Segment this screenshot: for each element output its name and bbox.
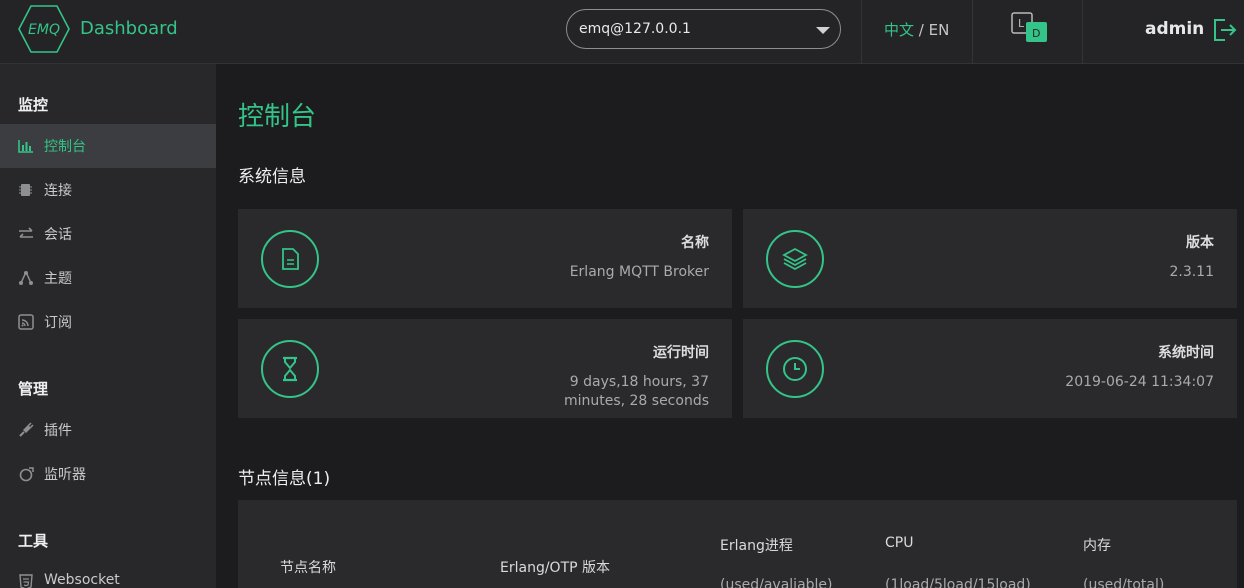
theme-toggle-icon[interactable]: L D [1010, 12, 1050, 44]
table-header-memory[interactable]: 内存 [1083, 535, 1111, 555]
chevron-down-icon [816, 27, 830, 34]
node-table: 节点名称 Erlang/OTP 版本 Erlang进程 (used/avalia… [238, 500, 1237, 588]
sidebar: 监控 控制台 连接 会话 主题 订阅 管理 插件 监听器 工具 Websocke… [0, 64, 216, 588]
lang-en-link[interactable]: EN [929, 21, 950, 39]
card-icon-circle [261, 230, 319, 288]
card-label: 名称 [681, 235, 709, 251]
clock-icon [783, 357, 807, 381]
sidebar-group-monitor: 监控 [18, 96, 49, 114]
language-switch: 中文 / EN [884, 19, 949, 40]
top-header: EMQ Dashboard emq@127.0.0.1 中文 / EN L D … [0, 0, 1244, 64]
node-info-title: 节点信息(1) [238, 469, 331, 489]
sidebar-item-websocket[interactable]: Websocket [0, 560, 216, 588]
brand-title[interactable]: Dashboard [80, 18, 178, 39]
sidebar-item-label: 连接 [44, 183, 72, 199]
card-label: 系统时间 [1158, 345, 1214, 361]
card-icon-circle [261, 340, 319, 398]
table-header-erlang-process[interactable]: Erlang进程 [720, 535, 793, 555]
topic-icon [19, 271, 33, 285]
card-icon-circle [766, 340, 824, 398]
chip-icon [19, 184, 32, 196]
card-icon-circle [766, 230, 824, 288]
sidebar-group-manage: 管理 [18, 380, 49, 398]
sidebar-item-plugins[interactable]: 插件 [0, 408, 216, 452]
sidebar-item-connections[interactable]: 连接 [0, 168, 216, 212]
sidebar-item-label: 会话 [44, 227, 72, 243]
plug-icon [19, 422, 34, 437]
sidebar-item-label: 插件 [44, 423, 72, 439]
info-card-uptime: 运行时间 9 days,18 hours, 37 minutes, 28 sec… [238, 319, 732, 418]
info-card-system-time: 系统时间 2019-06-24 11:34:07 [743, 319, 1237, 418]
card-value: 9 days,18 hours, 37 minutes, 28 seconds [563, 374, 709, 409]
card-label: 版本 [1186, 235, 1214, 251]
theme-light-letter: L [1018, 17, 1025, 30]
lang-separator: / [918, 21, 924, 39]
swap-icon [19, 227, 33, 238]
layers-icon [782, 247, 808, 271]
page-title: 控制台 [238, 102, 317, 132]
logo-text: EMQ [28, 22, 60, 38]
divider [1082, 0, 1083, 64]
sidebar-item-label: 主题 [44, 271, 72, 287]
file-icon [282, 248, 299, 270]
sidebar-item-label: 监听器 [44, 467, 86, 483]
info-card-name: 名称 Erlang MQTT Broker [238, 209, 732, 308]
sidebar-item-sessions[interactable]: 会话 [0, 212, 216, 256]
lang-zh-link[interactable]: 中文 [884, 21, 914, 39]
card-value: 2.3.11 [1169, 264, 1214, 280]
main-content: 控制台 系统信息 名称 Erlang MQTT Broker 版本 2.3.11 [216, 64, 1244, 588]
table-header-erlang-process-sub: (used/avaliable) [720, 577, 833, 588]
table-header-cpu[interactable]: CPU [885, 535, 913, 551]
theme-dark-letter: D [1032, 27, 1040, 40]
table-header-otp-version[interactable]: Erlang/OTP 版本 [500, 557, 610, 577]
sidebar-item-label: 控制台 [44, 139, 86, 155]
node-select-value: emq@127.0.0.1 [579, 21, 691, 37]
sidebar-item-label: Websocket [44, 572, 120, 588]
logout-icon[interactable] [1211, 17, 1237, 43]
hourglass-icon [283, 356, 297, 382]
html5-icon [19, 574, 33, 588]
emq-logo: EMQ [18, 5, 70, 53]
user-name[interactable]: admin [1145, 19, 1204, 39]
rss-icon [18, 314, 34, 330]
node-select[interactable]: emq@127.0.0.1 [566, 9, 841, 49]
table-header-cpu-sub: (1load/5load/15load) [885, 577, 1031, 588]
sidebar-item-dashboard[interactable]: 控制台 [0, 124, 216, 168]
table-header-memory-sub: (used/total) [1083, 577, 1165, 588]
divider [972, 0, 973, 64]
card-label: 运行时间 [653, 345, 709, 361]
sidebar-item-topics[interactable]: 主题 [0, 256, 216, 300]
listener-icon [19, 467, 34, 482]
divider [861, 0, 862, 64]
system-info-title: 系统信息 [238, 167, 306, 187]
card-value: 2019-06-24 11:34:07 [1065, 374, 1214, 390]
sidebar-item-subscriptions[interactable]: 订阅 [0, 300, 216, 344]
sidebar-item-listeners[interactable]: 监听器 [0, 452, 216, 496]
table-header-node-name[interactable]: 节点名称 [280, 557, 336, 577]
sidebar-item-label: 订阅 [44, 315, 72, 331]
sidebar-group-tools: 工具 [18, 532, 49, 550]
card-value: Erlang MQTT Broker [569, 264, 709, 280]
info-card-version: 版本 2.3.11 [743, 209, 1237, 308]
bar-chart-icon [18, 140, 33, 153]
